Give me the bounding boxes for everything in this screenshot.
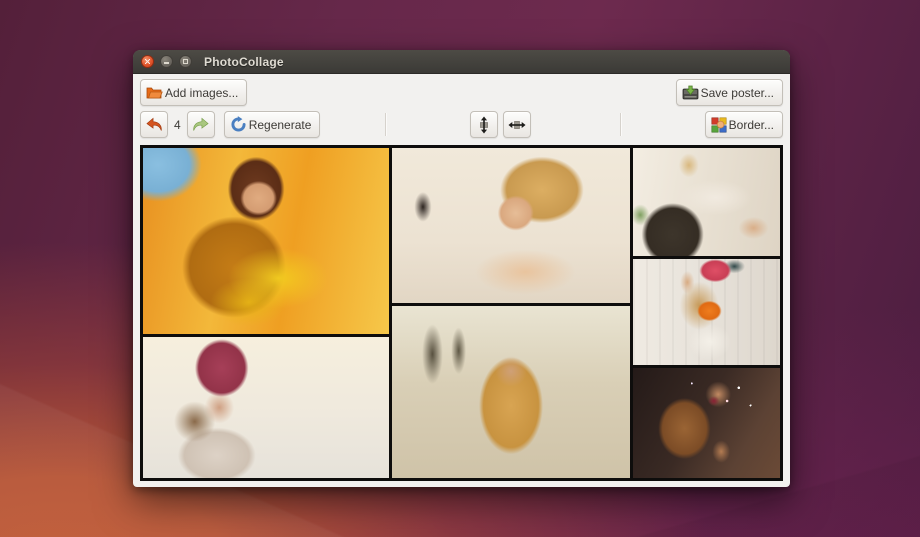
- collage-preview: [140, 145, 783, 481]
- collage-photo-sparkler-dark[interactable]: [633, 368, 780, 478]
- open-folder-icon: [146, 85, 163, 100]
- undo-count: 4: [174, 118, 181, 132]
- maximize-icon[interactable]: [179, 55, 192, 68]
- stretch-vertical-button[interactable]: [470, 111, 498, 138]
- redo-button[interactable]: [187, 111, 215, 138]
- window-title: PhotoCollage: [204, 55, 284, 69]
- collage-photo-blonde-portrait[interactable]: [392, 148, 630, 303]
- collage-photo-blonde-outdoors[interactable]: [392, 306, 630, 478]
- refresh-icon: [230, 116, 247, 133]
- border-button[interactable]: Border...: [705, 111, 783, 138]
- collage-photo-autumn-leaves[interactable]: [143, 148, 389, 334]
- window-body: Add images... Save poster...: [133, 74, 790, 488]
- desktop-wallpaper: PhotoCollage Add images...: [0, 0, 920, 537]
- toolbar-separator-left: [385, 113, 386, 136]
- resize-vertical-icon: [475, 116, 493, 134]
- minimize-icon[interactable]: [160, 55, 173, 68]
- save-poster-label: Save poster...: [701, 86, 774, 100]
- redo-icon: [191, 116, 210, 133]
- regenerate-label: Regenerate: [249, 118, 312, 132]
- collage-photo-pink-cap-headphones[interactable]: [633, 259, 780, 365]
- undo-button[interactable]: [140, 111, 168, 138]
- regenerate-button[interactable]: Regenerate: [224, 111, 321, 138]
- titlebar[interactable]: PhotoCollage: [133, 50, 790, 74]
- add-images-label: Add images...: [165, 86, 238, 100]
- toolbar-primary: Add images... Save poster...: [140, 79, 783, 106]
- toolbar-separator-right: [620, 113, 621, 136]
- collage-column-right: [633, 148, 780, 478]
- history-group: 4 Regenerate: [140, 111, 320, 138]
- collage-column-middle: [392, 148, 630, 478]
- stretch-horizontal-button[interactable]: [503, 111, 531, 138]
- photocollage-window: PhotoCollage Add images...: [133, 50, 790, 487]
- collage-column-left: [143, 148, 389, 478]
- resize-horizontal-icon: [508, 116, 526, 134]
- toolbar-secondary: 4 Regenerate: [140, 111, 783, 139]
- collage-photo-winter-beanie[interactable]: [143, 337, 389, 478]
- add-images-button[interactable]: Add images...: [140, 79, 247, 106]
- close-icon[interactable]: [141, 55, 154, 68]
- save-icon: [682, 85, 699, 100]
- collage-photo-white-lace-chair[interactable]: [633, 148, 780, 256]
- border-palette-icon: [711, 117, 727, 133]
- undo-icon: [145, 116, 164, 133]
- border-label: Border...: [729, 118, 774, 132]
- save-poster-button[interactable]: Save poster...: [676, 79, 783, 106]
